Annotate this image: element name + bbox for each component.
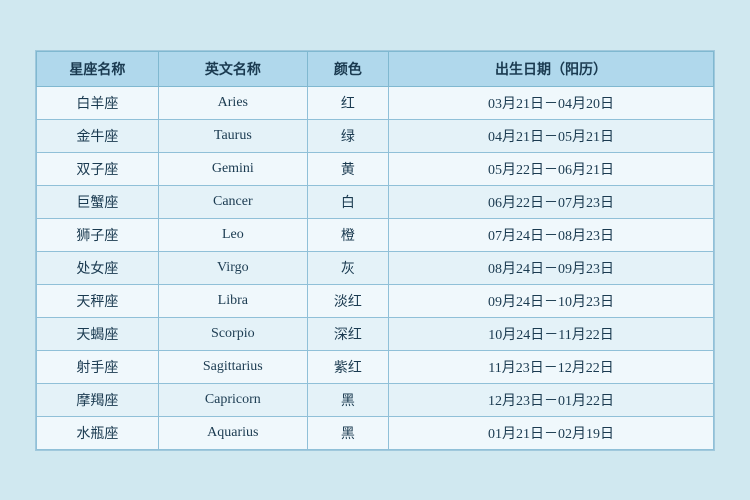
cell-date: 01月21日－02月19日 xyxy=(389,416,714,449)
table-row: 天秤座Libra淡红09月24日－10月23日 xyxy=(37,284,714,317)
cell-color: 红 xyxy=(307,86,388,119)
cell-chinese: 天蝎座 xyxy=(37,317,159,350)
table-row: 天蝎座Scorpio深红10月24日－11月22日 xyxy=(37,317,714,350)
table-row: 双子座Gemini黄05月22日－06月21日 xyxy=(37,152,714,185)
cell-english: Aries xyxy=(158,86,307,119)
cell-english: Capricorn xyxy=(158,383,307,416)
cell-chinese: 摩羯座 xyxy=(37,383,159,416)
cell-color: 紫红 xyxy=(307,350,388,383)
cell-color: 深红 xyxy=(307,317,388,350)
table-row: 水瓶座Aquarius黑01月21日－02月19日 xyxy=(37,416,714,449)
header-date-range: 出生日期（阳历） xyxy=(389,51,714,86)
cell-date: 06月22日－07月23日 xyxy=(389,185,714,218)
zodiac-table: 星座名称 英文名称 颜色 出生日期（阳历） 白羊座Aries红03月21日－04… xyxy=(36,51,714,450)
table-row: 巨蟹座Cancer白06月22日－07月23日 xyxy=(37,185,714,218)
cell-color: 黑 xyxy=(307,416,388,449)
header-color: 颜色 xyxy=(307,51,388,86)
cell-color: 橙 xyxy=(307,218,388,251)
header-chinese-name: 星座名称 xyxy=(37,51,159,86)
cell-english: Taurus xyxy=(158,119,307,152)
cell-chinese: 射手座 xyxy=(37,350,159,383)
table-row: 处女座Virgo灰08月24日－09月23日 xyxy=(37,251,714,284)
cell-color: 黑 xyxy=(307,383,388,416)
table-row: 摩羯座Capricorn黑12月23日－01月22日 xyxy=(37,383,714,416)
cell-date: 04月21日－05月21日 xyxy=(389,119,714,152)
cell-color: 黄 xyxy=(307,152,388,185)
cell-english: Cancer xyxy=(158,185,307,218)
cell-color: 淡红 xyxy=(307,284,388,317)
table-row: 白羊座Aries红03月21日－04月20日 xyxy=(37,86,714,119)
cell-chinese: 狮子座 xyxy=(37,218,159,251)
cell-date: 09月24日－10月23日 xyxy=(389,284,714,317)
table-header-row: 星座名称 英文名称 颜色 出生日期（阳历） xyxy=(37,51,714,86)
cell-english: Libra xyxy=(158,284,307,317)
table-body: 白羊座Aries红03月21日－04月20日金牛座Taurus绿04月21日－0… xyxy=(37,86,714,449)
cell-english: Gemini xyxy=(158,152,307,185)
table-row: 金牛座Taurus绿04月21日－05月21日 xyxy=(37,119,714,152)
cell-color: 灰 xyxy=(307,251,388,284)
table-row: 射手座Sagittarius紫红11月23日－12月22日 xyxy=(37,350,714,383)
cell-date: 10月24日－11月22日 xyxy=(389,317,714,350)
cell-date: 05月22日－06月21日 xyxy=(389,152,714,185)
cell-english: Scorpio xyxy=(158,317,307,350)
cell-chinese: 水瓶座 xyxy=(37,416,159,449)
cell-date: 03月21日－04月20日 xyxy=(389,86,714,119)
header-english-name: 英文名称 xyxy=(158,51,307,86)
cell-chinese: 处女座 xyxy=(37,251,159,284)
cell-color: 绿 xyxy=(307,119,388,152)
cell-chinese: 双子座 xyxy=(37,152,159,185)
cell-chinese: 巨蟹座 xyxy=(37,185,159,218)
cell-date: 07月24日－08月23日 xyxy=(389,218,714,251)
cell-color: 白 xyxy=(307,185,388,218)
cell-chinese: 白羊座 xyxy=(37,86,159,119)
cell-date: 11月23日－12月22日 xyxy=(389,350,714,383)
cell-english: Sagittarius xyxy=(158,350,307,383)
cell-english: Virgo xyxy=(158,251,307,284)
cell-chinese: 金牛座 xyxy=(37,119,159,152)
cell-english: Aquarius xyxy=(158,416,307,449)
cell-date: 12月23日－01月22日 xyxy=(389,383,714,416)
table-row: 狮子座Leo橙07月24日－08月23日 xyxy=(37,218,714,251)
cell-english: Leo xyxy=(158,218,307,251)
cell-chinese: 天秤座 xyxy=(37,284,159,317)
cell-date: 08月24日－09月23日 xyxy=(389,251,714,284)
zodiac-table-container: 星座名称 英文名称 颜色 出生日期（阳历） 白羊座Aries红03月21日－04… xyxy=(35,50,715,451)
